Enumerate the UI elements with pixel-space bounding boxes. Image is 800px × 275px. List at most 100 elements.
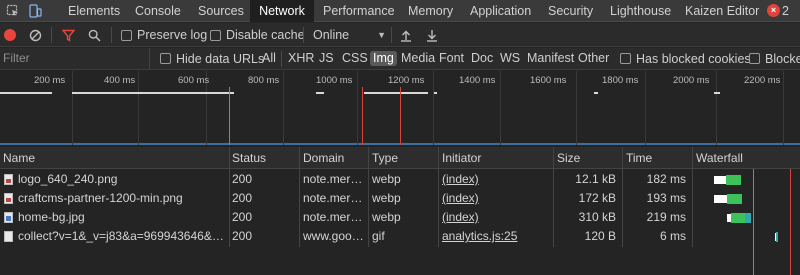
tab-console[interactable]: Console xyxy=(125,0,191,22)
request-size: 310 kB xyxy=(578,210,616,224)
table-row[interactable]: logo_640_240.png 200 note.mers… webp (in… xyxy=(0,170,800,189)
request-initiator[interactable]: analytics.js:25 xyxy=(439,227,552,246)
image-file-icon xyxy=(4,212,13,223)
request-name[interactable]: collect?v=1&_v=j83&a=969943646&t=p… xyxy=(15,227,227,246)
filter-type-ws[interactable]: WS xyxy=(500,48,520,69)
request-size: 120 B xyxy=(584,229,616,243)
column-header-time[interactable]: Time xyxy=(623,147,652,169)
request-type: webp xyxy=(372,191,401,205)
overview-tick: 800 ms xyxy=(248,75,280,86)
throttling-select[interactable]: Online ▼ xyxy=(313,23,386,47)
column-header-waterfall[interactable]: Waterfall xyxy=(693,147,743,169)
tab-security[interactable]: Security xyxy=(538,0,603,22)
request-time: 219 ms xyxy=(646,210,686,224)
filter-type-manifest[interactable]: Manifest xyxy=(527,48,574,69)
column-header-domain[interactable]: Domain xyxy=(300,147,344,169)
record-icon[interactable] xyxy=(4,23,16,47)
table-row[interactable]: collect?v=1&_v=j83&a=969943646&t=p… 200 … xyxy=(0,227,800,246)
table-row[interactable]: home-bg.jpg 200 note.mers… webp (index) … xyxy=(0,208,800,227)
device-toolbar-icon[interactable] xyxy=(24,0,46,22)
table-row[interactable]: craftcms-partner-1200-min.png 200 note.m… xyxy=(0,189,800,208)
blocked-requests-checkbox[interactable]: Blocked Requests xyxy=(749,48,800,69)
column-header-size[interactable]: Size xyxy=(554,147,580,169)
request-domain: note.mers… xyxy=(303,210,368,224)
tab-network[interactable]: Network xyxy=(250,0,314,22)
has-blocked-cookies-label: Has blocked cookies xyxy=(636,51,751,66)
filter-bar: Filter Hide data URLs All XHR JS CSS Img… xyxy=(0,48,800,70)
filter-type-js[interactable]: JS xyxy=(319,48,334,69)
preserve-log-checkbox[interactable]: Preserve log xyxy=(121,23,207,47)
tab-elements[interactable]: Elements xyxy=(58,0,130,22)
filter-type-all[interactable]: All xyxy=(262,48,276,69)
document-file-icon xyxy=(4,231,13,242)
throttling-value: Online xyxy=(313,28,350,42)
clear-icon[interactable] xyxy=(29,23,42,47)
network-overview[interactable]: 200 ms 400 ms 600 ms 800 ms 1000 ms 1200… xyxy=(0,71,800,145)
has-blocked-cookies-checkbox[interactable]: Has blocked cookies xyxy=(620,48,751,69)
overview-tick: 1000 ms xyxy=(316,75,353,86)
filter-type-css[interactable]: CSS xyxy=(342,48,368,69)
request-type: webp xyxy=(372,210,401,224)
overview-tick: 200 ms xyxy=(34,75,66,86)
filter-type-font[interactable]: Font xyxy=(439,48,464,69)
request-time: 6 ms xyxy=(659,229,686,243)
tab-lighthouse[interactable]: Lighthouse xyxy=(600,0,681,22)
request-status: 200 xyxy=(232,229,253,243)
overview-tick: 600 ms xyxy=(178,75,210,86)
request-time: 193 ms xyxy=(646,191,686,205)
overview-tick: 1800 ms xyxy=(602,75,639,86)
request-type: webp xyxy=(372,172,401,186)
filter-type-doc[interactable]: Doc xyxy=(471,48,493,69)
blocked-requests-label: Blocked Requests xyxy=(765,51,800,66)
error-count[interactable]: 2 xyxy=(782,0,789,22)
request-type: gif xyxy=(372,229,385,243)
image-file-icon xyxy=(4,174,13,185)
request-time: 182 ms xyxy=(646,172,686,186)
disable-cache-label: Disable cache xyxy=(226,28,305,42)
request-name[interactable]: craftcms-partner-1200-min.png xyxy=(15,189,227,208)
tab-sources[interactable]: Sources xyxy=(188,0,254,22)
tab-memory[interactable]: Memory xyxy=(398,0,463,22)
request-status: 200 xyxy=(232,210,253,224)
request-initiator[interactable]: (index) xyxy=(439,189,552,208)
request-domain: note.mers… xyxy=(303,172,368,186)
network-toolbar: Preserve log Disable cache Online ▼ xyxy=(0,23,800,47)
overview-tick: 400 ms xyxy=(104,75,136,86)
hide-data-urls-checkbox[interactable]: Hide data URLs xyxy=(160,48,264,69)
request-initiator[interactable]: (index) xyxy=(439,208,552,227)
image-file-icon xyxy=(4,193,13,204)
request-domain: note.mers… xyxy=(303,191,368,205)
column-header-name[interactable]: Name xyxy=(0,147,35,169)
overview-tick: 2000 ms xyxy=(673,75,710,86)
column-header-initiator[interactable]: Initiator xyxy=(439,147,481,169)
overview-tick: 2200 ms xyxy=(744,75,781,86)
filter-type-media[interactable]: Media xyxy=(401,48,435,69)
request-status: 200 xyxy=(232,191,253,205)
tab-application[interactable]: Application xyxy=(460,0,541,22)
overview-tick: 1200 ms xyxy=(388,75,425,86)
column-header-status[interactable]: Status xyxy=(229,147,266,169)
filter-icon[interactable] xyxy=(62,23,75,47)
disable-cache-checkbox[interactable]: Disable cache xyxy=(210,23,305,47)
request-name[interactable]: logo_640_240.png xyxy=(15,170,227,189)
filter-type-other[interactable]: Other xyxy=(578,48,609,69)
error-icon[interactable]: × xyxy=(767,4,780,17)
filter-input[interactable]: Filter xyxy=(0,48,150,69)
request-name[interactable]: home-bg.jpg xyxy=(15,208,227,227)
tab-kaizen-editor[interactable]: Kaizen Editor xyxy=(675,0,769,22)
search-icon[interactable] xyxy=(88,23,101,47)
hide-data-urls-label: Hide data URLs xyxy=(176,51,265,66)
request-initiator[interactable]: (index) xyxy=(439,170,552,189)
table-header: Name Status Domain Type Initiator Size T… xyxy=(0,147,800,169)
filter-type-img[interactable]: Img xyxy=(370,51,397,66)
request-size: 12.1 kB xyxy=(575,172,616,186)
tab-performance[interactable]: Performance xyxy=(313,0,405,22)
column-header-type[interactable]: Type xyxy=(369,147,398,169)
inspect-element-icon[interactable] xyxy=(2,0,24,22)
filter-type-xhr[interactable]: XHR xyxy=(288,48,314,69)
request-size: 172 kB xyxy=(578,191,616,205)
import-har-icon[interactable] xyxy=(400,23,412,47)
overview-tick: 1400 ms xyxy=(459,75,496,86)
request-domain: www.goo… xyxy=(303,229,364,243)
export-har-icon[interactable] xyxy=(426,23,438,47)
